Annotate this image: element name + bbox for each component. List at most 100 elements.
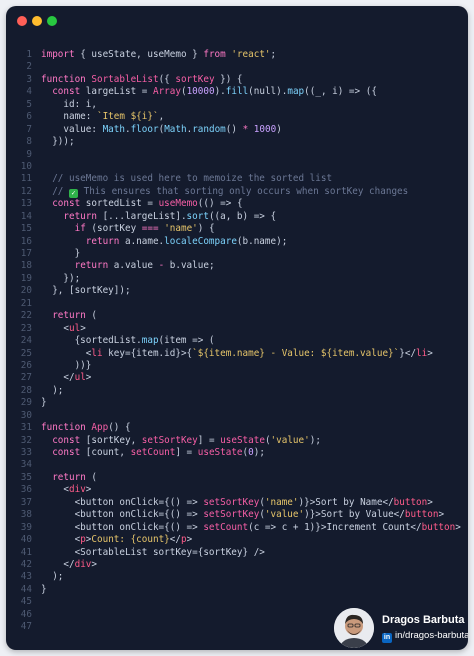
code-token: , [158,111,165,123]
line-number: 39 [20,521,32,533]
line-number: 44 [20,583,32,595]
code-token: setCount [203,521,249,533]
line-number: 14 [20,210,32,222]
code-text: const [sortKey, setSortKey] = useState('… [41,435,321,447]
check-mark-icon: ✓ [69,188,78,198]
code-line: 22 return ( [6,310,468,322]
code-token: localeCompare [164,235,237,247]
code-token: > [455,521,461,533]
code-line: 39 <button onClick={() => setCount(c => … [6,522,468,534]
line-number: 29 [20,397,32,409]
code-text: function App() { [41,422,131,434]
code-text: return [...largeList].sort((a, b) => { [41,211,276,223]
code-token: <button onClick={() => [41,496,204,508]
code-token: function [41,73,86,85]
line-number: 46 [20,608,32,620]
code-token: id: i, [41,98,97,110]
line-number: 32 [20,434,32,446]
code-line: 16 return a.name.localeCompare(b.name); [6,236,468,248]
code-token: random [192,123,226,135]
code-token: ul [69,322,81,334]
code-token: < [41,534,81,546]
minimize-dot-icon[interactable] [32,16,42,26]
close-dot-icon[interactable] [17,16,27,26]
code-line: 38 <button onClick={() => setSortKey('va… [6,509,468,521]
code-token: const [52,447,81,458]
code-token: > [80,322,86,334]
line-number: 45 [20,596,32,608]
code-line: 26 ))} [6,360,468,372]
line-number: 40 [20,534,32,546]
code-token: button [393,496,428,508]
code-line: 23 <ul> [6,323,468,335]
code-token: ] = [197,434,221,446]
code-token: This ensures that sorting only occurs wh… [78,185,409,197]
line-number: 1 [26,49,32,60]
code-token: </ [41,558,75,570]
code-token: 10000 [186,86,215,98]
line-number: 15 [20,223,32,235]
line-number: 17 [20,248,32,259]
line-number: 25 [20,347,32,359]
code-line: 37 <button onClick={() => setSortKey('na… [6,497,468,509]
code-line: 34 [6,459,468,471]
code-token: sort [186,210,209,222]
code-text: return a.name.localeCompare(b.name); [41,235,288,248]
code-token: if [74,223,86,235]
code-line: 11 // useMemo is used here to memoize th… [6,173,468,185]
code-line: 17 } [6,248,468,260]
code-line: 28 ); [6,385,468,397]
code-text: <button onClick={() => setCount(c => c +… [41,522,461,534]
code-token: useState [197,447,243,458]
code-text: if (sortKey === 'name') { [41,223,215,235]
code-token: div [74,558,92,570]
code-token: b.value; [164,260,215,272]
code-token: 'value' [264,509,305,521]
code-token: 'name' [164,223,198,235]
code-line: 14 return [...largeList].sort((a, b) => … [6,211,468,223]
code-text: name: `Item ${i}`, [41,111,164,123]
code-token: return [63,210,97,222]
line-number: 2 [26,61,32,73]
code-token: key={item.id}>{ [102,347,193,359]
code-line: 42 </div> [6,559,468,571]
line-number: 4 [26,86,32,98]
code-token: > [186,534,193,546]
code-token: ); [253,447,265,458]
code-text: </ul> [41,372,91,384]
code-token: a.name. [119,235,165,247]
line-number: 31 [20,422,32,434]
code-text: }); [41,273,80,285]
code-token: ((_, i) => ({ [304,86,377,98]
code-token: li [416,347,428,359]
author-handle[interactable]: in in/dragos-barbuta/ [382,630,468,643]
code-token: Array [152,86,181,98]
author-card: Dragos Barbuta in in/dragos-barbuta/ [334,608,468,650]
code-token: > [438,509,445,521]
code-line: 1 import { useState, useMemo } from 'reac… [6,49,468,61]
line-number: 23 [20,322,32,334]
code-text: </div> [41,559,97,571]
code-token: 1000 [253,123,277,135]
line-number: 12 [20,185,32,197]
code-text: value: Math.floor(Math.random() * 1000) [41,123,281,136]
code-token: ))} [41,359,92,371]
code-token: SortableList [91,73,159,85]
code-line: 10 [6,161,468,173]
code-window: 1 import { useState, useMemo } from 'reac… [6,6,468,650]
line-number: 27 [20,372,32,384]
code-line: 15 if (sortKey === 'name') { [6,223,468,235]
code-token: value: [41,123,103,135]
maximize-dot-icon[interactable] [47,16,57,26]
code-text: } [41,584,47,596]
code-token: return [85,235,120,247]
code-token: } [41,583,47,595]
code-token: map [141,335,159,347]
code-token: )}>Sort by Value</ [304,509,405,521]
code-token: < [41,484,69,496]
code-token: <button onClick={() => [41,521,204,533]
